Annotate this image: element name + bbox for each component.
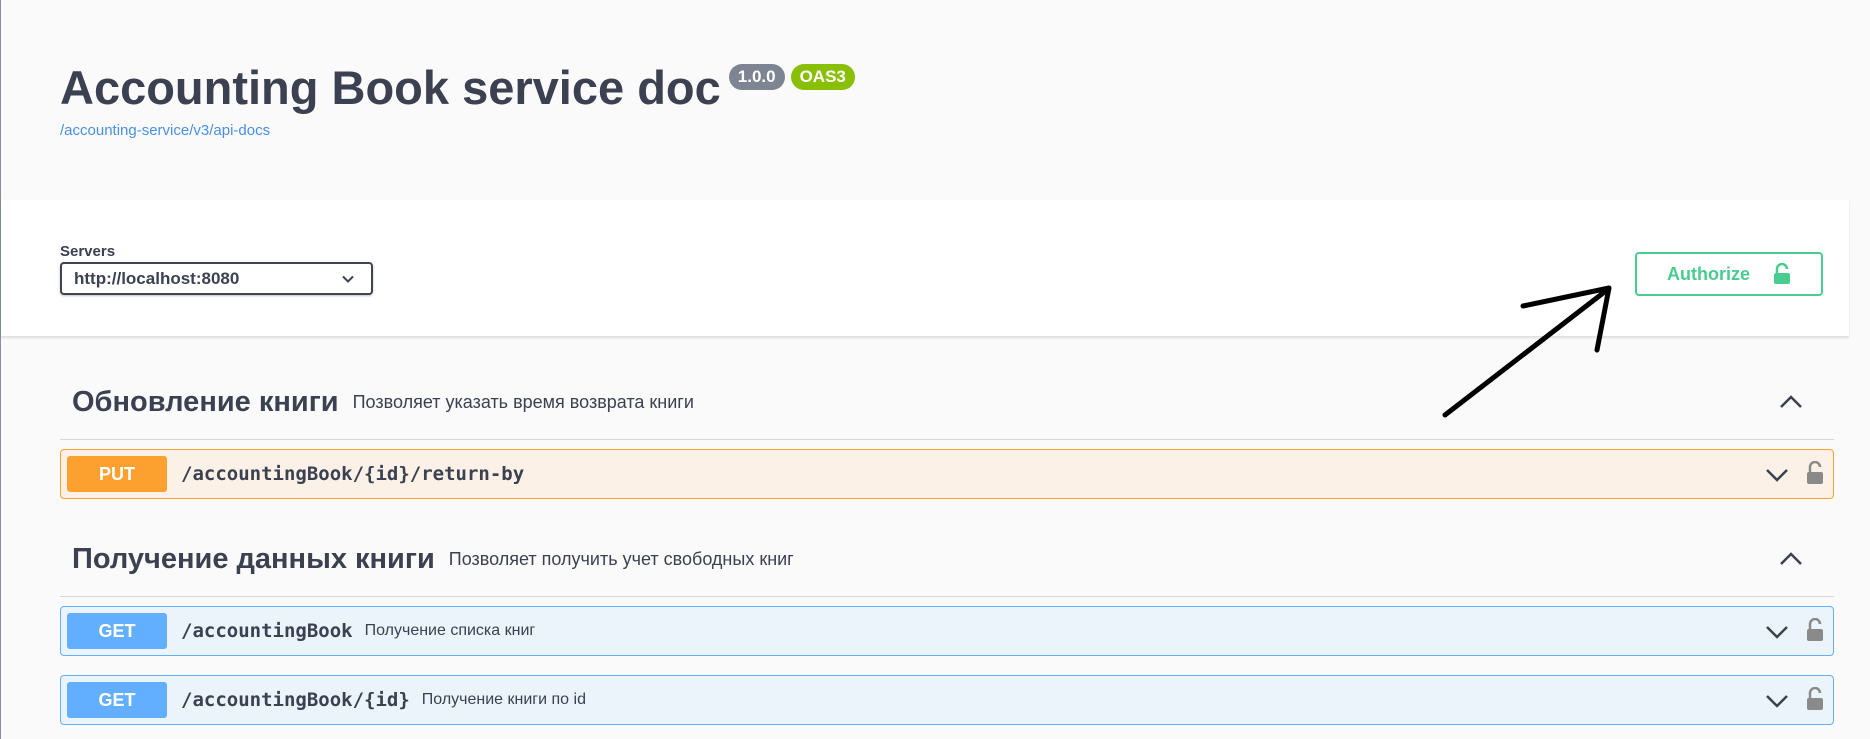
chevron-down-icon [342,275,354,283]
unlock-icon[interactable] [1805,618,1825,642]
unlock-icon[interactable] [1805,461,1825,485]
authorize-label: Authorize [1667,263,1750,284]
scheme-container: Servers http://localhost:8080 Authorize [1,200,1849,337]
operation-put-return-by[interactable]: PUT /accountingBook/{id}/return-by [60,449,1834,499]
operation-summary: Получение книги по id [421,691,586,708]
version-badge: 1.0.0 [728,64,785,90]
operation-get-by-id[interactable]: GET /accountingBook/{id} Получение книги… [60,675,1834,725]
method-badge: GET [67,682,167,718]
tag-header-get[interactable]: Получение данных книги Позволяет получит… [60,522,1834,597]
operation-path: /accountingBook/{id}/return-by [181,463,525,485]
server-select-value: http://localhost:8080 [74,268,240,288]
tag-description: Позволяет указать время возврата книги [352,391,694,412]
chevron-up-icon[interactable] [1778,548,1804,570]
api-info: Accounting Book service doc 1.0.0 OAS3 /… [60,60,855,139]
chevron-down-icon[interactable] [1765,623,1789,641]
chevron-down-icon[interactable] [1765,692,1789,710]
operation-summary: Получение списка книг [364,622,536,639]
api-docs-link[interactable]: /accounting-service/v3/api-docs [60,122,855,139]
operation-path: /accountingBook [181,620,353,642]
method-badge: GET [67,613,167,649]
title-row: Accounting Book service doc 1.0.0 OAS3 [60,60,855,116]
unlock-icon [1774,263,1790,284]
tag-name: Обновление книги [72,385,339,418]
tag-header-update[interactable]: Обновление книги Позволяет указать время… [60,365,1834,440]
operation-path: /accountingBook/{id} [181,689,410,711]
chevron-down-icon[interactable] [1765,466,1789,484]
method-badge: PUT [67,456,167,492]
servers-label: Servers [60,243,116,260]
tag-description: Позволяет получить учет свободных книг [448,548,794,569]
operation-get-list[interactable]: GET /accountingBook Получение списка кни… [60,606,1834,656]
tag-name: Получение данных книги [72,542,435,575]
unlock-icon[interactable] [1805,687,1825,711]
server-select[interactable]: http://localhost:8080 [60,262,373,295]
chevron-up-icon[interactable] [1778,391,1804,413]
tag-section-get: Получение данных книги Позволяет получит… [60,522,1834,597]
oas-badge: OAS3 [790,64,855,90]
tag-section-update: Обновление книги Позволяет указать время… [60,365,1834,440]
page-title: Accounting Book service doc [60,61,721,114]
authorize-button[interactable]: Authorize [1635,252,1823,296]
